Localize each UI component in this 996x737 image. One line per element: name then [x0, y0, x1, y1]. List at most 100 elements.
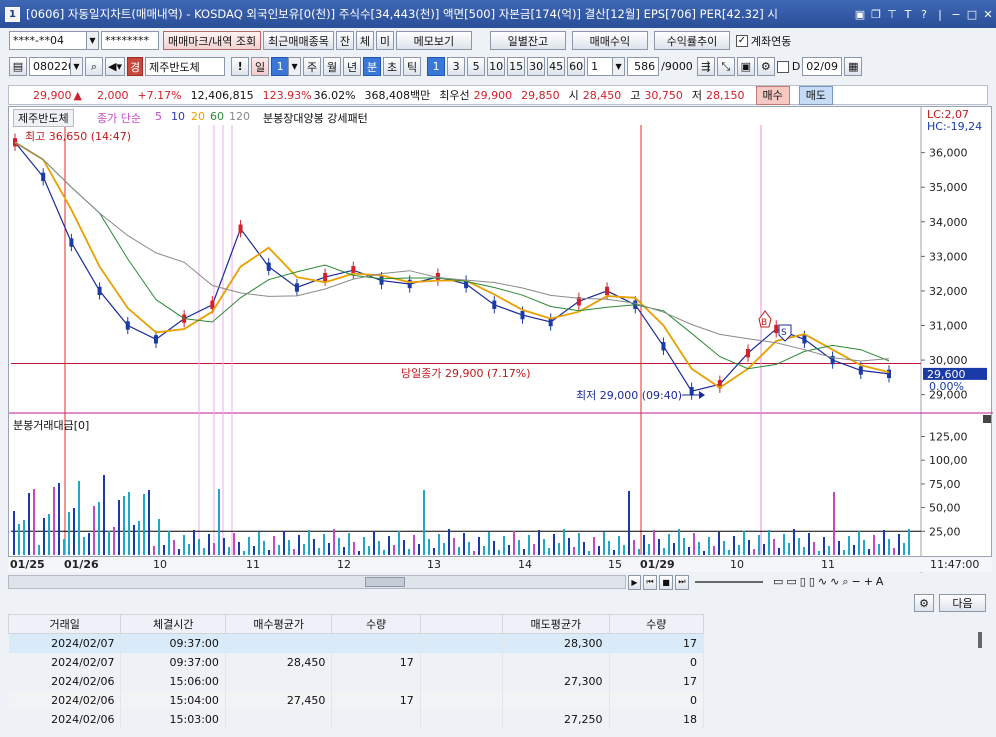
count-max-label: /9000 — [661, 60, 693, 73]
day-value-field[interactable]: 1 — [271, 57, 290, 76]
stop-icon[interactable]: ■ — [659, 574, 673, 590]
indicator-icon[interactable]: ⇶ — [696, 57, 715, 76]
volume-bar — [298, 535, 300, 555]
period-day-button[interactable]: 일 — [251, 57, 270, 76]
table-settings-icon[interactable]: ⚙ — [914, 594, 934, 612]
volume-bar — [193, 530, 195, 555]
scrollbar-thumb[interactable] — [365, 577, 405, 587]
tab-balance[interactable]: 잔 — [335, 31, 354, 50]
candle-body — [379, 276, 384, 285]
first-page-icon[interactable]: ⏮ — [643, 574, 657, 590]
day-dropdown-icon[interactable]: ▼ — [288, 57, 302, 76]
volume-bar — [208, 534, 210, 555]
period-tick-button[interactable]: 틱 — [403, 57, 422, 76]
account-input[interactable]: ****-**04 — [9, 31, 87, 50]
interval-30-button[interactable]: 30 — [527, 57, 546, 76]
settings-icon[interactable]: ⚙ — [756, 57, 775, 76]
table-row[interactable]: 2024/02/06 15:04:00 27,450 17 0 — [8, 690, 705, 710]
col-exec-time: 체결시간 — [120, 614, 226, 634]
layout-icon[interactable]: ▣ — [852, 8, 868, 21]
table-row[interactable]: 2024/02/07 09:37:00 28,300 17 — [8, 633, 705, 653]
table-row[interactable]: 2024/02/07 09:37:00 28,450 17 0 — [8, 652, 705, 672]
pin-icon[interactable]: ⊤ — [884, 8, 900, 21]
interval-60-button[interactable]: 60 — [567, 57, 586, 76]
stock-legend[interactable]: 제주반도체 — [13, 109, 74, 127]
code-dropdown-icon[interactable]: ▼ — [70, 57, 83, 76]
buy-button[interactable]: 매수 — [755, 85, 790, 105]
scroll-right-icon[interactable]: ▶ — [628, 574, 641, 590]
profit-rate-button[interactable]: 수익률추이 — [653, 31, 730, 50]
tab-executed[interactable]: 체 — [355, 31, 374, 50]
volume-bar — [293, 549, 295, 555]
tab-pending[interactable]: 미 — [375, 31, 394, 50]
calendar-icon[interactable]: ▦ — [844, 57, 863, 76]
chart-area[interactable]: 36,000 35,000 34,000 33,000 32,000 31,000 30,0… — [8, 106, 993, 573]
cell-date: 2024/02/07 — [8, 633, 122, 653]
volume-bar — [443, 543, 445, 555]
count-input[interactable]: 586 — [627, 57, 660, 76]
volume-bar — [138, 521, 140, 555]
password-input[interactable]: ******** — [101, 31, 159, 50]
volume-bar — [358, 551, 360, 555]
chart-canvas[interactable]: 36,000 35,000 34,000 33,000 32,000 31,000 30,0… — [9, 107, 993, 573]
last-page-icon[interactable]: ⏭ — [675, 574, 689, 590]
interval-45-button[interactable]: 45 — [547, 57, 566, 76]
period-year-button[interactable]: 년 — [343, 57, 362, 76]
sell-marker-label: S — [781, 328, 787, 338]
recent-trades-button[interactable]: 최근매매종목 — [263, 31, 334, 50]
cell-date: 2024/02/06 — [8, 709, 122, 729]
volume-bar — [538, 530, 540, 555]
interval-5-button[interactable]: 5 — [467, 57, 486, 76]
memo-button[interactable]: 메모보기 — [395, 31, 472, 50]
period-week-button[interactable]: 주 — [303, 57, 322, 76]
volume-bar — [888, 539, 890, 555]
chart-tools-icons[interactable]: ▭▭▯▯∿∿⌕−+A — [773, 575, 886, 589]
zoom-slider[interactable] — [695, 581, 763, 583]
table-row[interactable]: 2024/02/06 15:06:00 27,300 17 — [8, 671, 705, 691]
search-icon[interactable]: ⌕ — [85, 57, 103, 76]
date-checkbox[interactable] — [776, 60, 789, 73]
interval-15-button[interactable]: 15 — [507, 57, 526, 76]
warning-icon[interactable]: ! — [231, 57, 250, 76]
date-input[interactable]: 02/09 — [802, 57, 843, 76]
window-icon[interactable]: ❐ — [868, 8, 884, 21]
market-badge: 경 — [126, 57, 144, 76]
stock-code-input[interactable]: 080220 — [29, 57, 75, 76]
help-icon[interactable]: ? — [916, 8, 932, 21]
volume-bar — [168, 531, 170, 555]
close-icon[interactable]: ✕ — [980, 8, 996, 21]
next-button[interactable]: 다음 — [939, 594, 986, 612]
interval-10-button[interactable]: 10 — [487, 57, 506, 76]
volume-bar — [328, 543, 330, 555]
trade-profit-button[interactable]: 매매수익 — [571, 31, 648, 50]
candle-body — [746, 349, 751, 358]
volume-bar — [698, 542, 700, 555]
interval-3-button[interactable]: 3 — [447, 57, 466, 76]
volume-bar — [33, 489, 35, 555]
ma-10-label: 10 — [171, 110, 185, 123]
account-dropdown-icon[interactable]: ▼ — [86, 31, 99, 50]
link-account-checkbox[interactable]: ✓ — [735, 34, 748, 47]
interval-select[interactable]: 1 — [587, 57, 614, 76]
draw-tool-icon[interactable]: ⤡ — [716, 57, 735, 76]
maximize-icon[interactable]: □ — [964, 8, 980, 21]
interval-1-button[interactable]: 1 — [427, 57, 446, 76]
period-minute-button[interactable]: 분 — [363, 57, 382, 76]
daily-balance-button[interactable]: 일별잔고 — [489, 31, 566, 50]
code-list-icon[interactable]: ▤ — [9, 57, 27, 76]
minimize-icon[interactable]: − — [948, 8, 964, 21]
candle-body — [802, 335, 807, 344]
period-second-button[interactable]: 초 — [383, 57, 402, 76]
table-scroll-thumb[interactable] — [978, 632, 982, 648]
period-month-button[interactable]: 월 — [323, 57, 342, 76]
sell-button[interactable]: 매도 — [798, 85, 834, 105]
chart-scrollbar[interactable] — [8, 575, 626, 589]
trade-mark-button[interactable]: 매매마크/내역 조회 — [163, 31, 262, 50]
interval-dropdown-icon[interactable]: ▼ — [612, 57, 626, 76]
table-row[interactable]: 2024/02/06 15:03:00 27,250 18 — [8, 709, 705, 729]
window-title: [0606] 자동일지차트(매매내역) - KOSDAQ 외국인보유[0(천)]… — [26, 7, 778, 21]
font-icon[interactable]: T — [900, 8, 916, 21]
save-icon[interactable]: ▣ — [736, 57, 755, 76]
sound-icon[interactable]: ◀▾ — [105, 57, 125, 76]
x-axis: 01/25 01/26 10 11 12 13 14 15 01/29 10 1… — [8, 556, 992, 572]
